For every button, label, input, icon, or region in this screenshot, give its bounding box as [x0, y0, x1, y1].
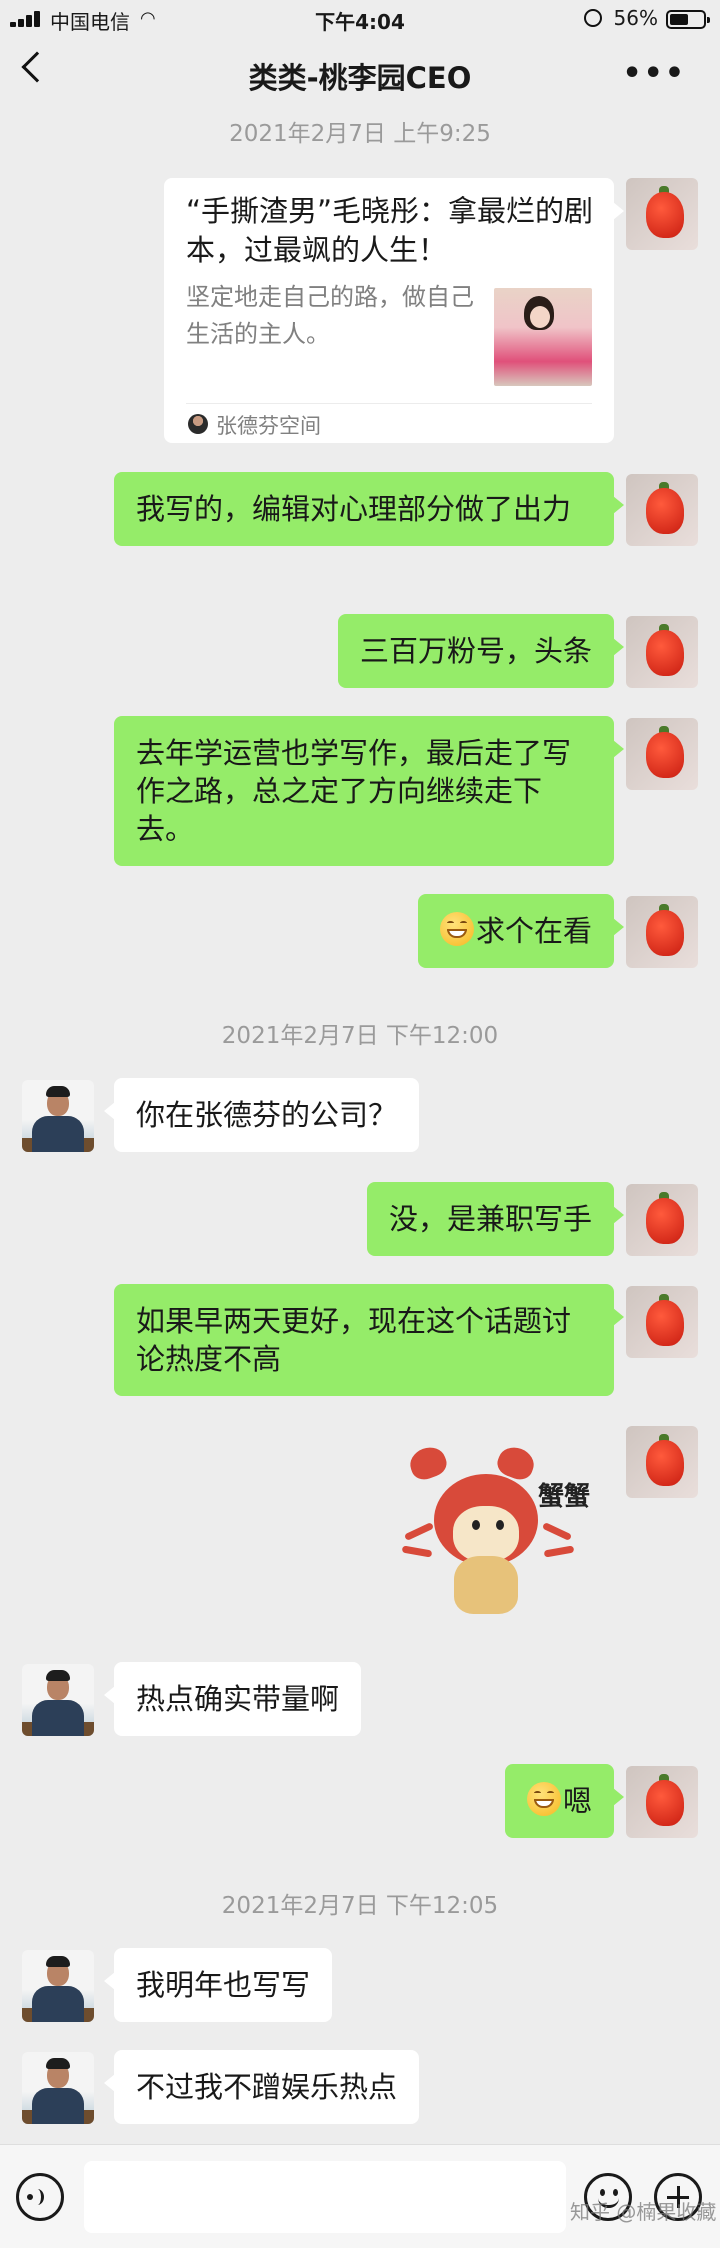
message-bubble-received[interactable]: 不过我不蹭娱乐热点 — [103, 2050, 420, 2124]
message-bubble-sent[interactable]: 嗯 — [504, 1764, 625, 1838]
message-input[interactable] — [84, 2161, 566, 2233]
watermark: 知乎 @楠果收藏 — [570, 2200, 717, 2224]
chat-header: 类类-桃李园CEO ••• — [0, 38, 720, 110]
message-bubble-sent[interactable]: 如果早两天更好，现在这个话题讨论热度不高 — [114, 1284, 624, 1396]
my-avatar[interactable] — [626, 178, 698, 250]
crab-sticker[interactable]: 蟹蟹 — [398, 1442, 608, 1620]
shared-article-card[interactable]: “手撕渣男”毛晓彤：拿最烂的剧本，过最飒的人生！ 坚定地走自己的路，做自己生活的… — [164, 178, 624, 443]
timestamp: 2021年2月7日 下午12:05 — [221, 1893, 499, 1919]
my-avatar[interactable] — [626, 616, 698, 688]
rotation-lock-icon — [584, 9, 602, 27]
message-bubble-sent[interactable]: 求个在看 — [417, 894, 625, 968]
chat-title: 类类-桃李园CEO — [248, 61, 472, 95]
my-avatar[interactable] — [626, 896, 698, 968]
contact-avatar[interactable] — [22, 1080, 94, 1152]
message-bubble-received[interactable]: 你在张德芬的公司？ — [103, 1078, 420, 1152]
timestamp: 2021年2月7日 下午12:00 — [221, 1023, 499, 1049]
contact-avatar[interactable] — [22, 1664, 94, 1736]
my-avatar[interactable] — [626, 1766, 698, 1838]
my-avatar[interactable] — [626, 718, 698, 790]
article-thumbnail — [494, 288, 592, 386]
message-bubble-sent[interactable]: 没，是兼职写手 — [366, 1182, 625, 1256]
grin-emoji-icon — [439, 912, 474, 946]
article-description: 坚定地走自己的路，做自己生活的主人。 — [186, 283, 474, 348]
voice-input-icon[interactable] — [16, 2173, 64, 2221]
message-text: 求个在看 — [475, 914, 592, 948]
sticker-caption: 蟹蟹 — [538, 1482, 591, 1512]
card-divider — [186, 403, 592, 404]
timestamp: 2021年2月7日 上午9:25 — [229, 121, 491, 147]
my-avatar[interactable] — [626, 1426, 698, 1498]
message-bubble-sent[interactable]: 去年学运营也学写作，最后走了写作之路，总之定了方向继续走下去。 — [114, 716, 624, 866]
battery-icon — [666, 10, 710, 29]
tears-of-joy-emoji-icon — [526, 1782, 561, 1816]
article-source: 张德芬空间 — [216, 414, 321, 438]
source-avatar-icon — [188, 414, 208, 434]
more-options-icon[interactable]: ••• — [622, 56, 686, 91]
contact-avatar[interactable] — [22, 1950, 94, 2022]
my-avatar[interactable] — [626, 1184, 698, 1256]
message-text: 嗯 — [562, 1784, 592, 1818]
article-title: “手撕渣男”毛晓彤：拿最烂的剧本，过最飒的人生！ — [186, 194, 594, 267]
status-bar: 中国电信 ◠ 下午4:04 56% — [0, 0, 720, 38]
battery-percent: 56% — [613, 6, 658, 30]
message-bubble-received[interactable]: 热点确实带量啊 — [103, 1662, 362, 1736]
message-bubble-sent[interactable]: 我写的，编辑对心理部分做了出力 — [114, 472, 624, 546]
message-bubble-sent[interactable]: 三百万粉号，头条 — [337, 614, 625, 688]
my-avatar[interactable] — [626, 474, 698, 546]
contact-avatar[interactable] — [22, 2052, 94, 2124]
clock: 下午4:04 — [315, 10, 405, 34]
message-bubble-received[interactable]: 我明年也写写 — [103, 1948, 333, 2022]
my-avatar[interactable] — [626, 1286, 698, 1358]
